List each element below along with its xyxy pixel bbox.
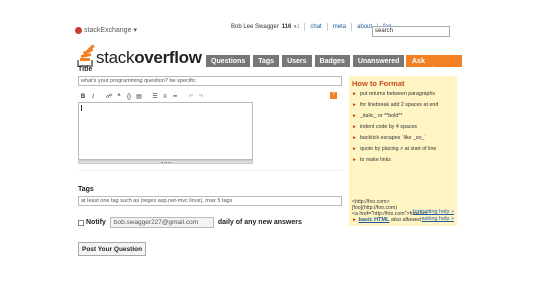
bold-button[interactable]: B xyxy=(78,94,88,100)
stackoverflow-logo[interactable]: stackoverflow xyxy=(76,43,202,67)
search-input[interactable]: search xyxy=(372,26,450,37)
stackexchange-label: stackExchange xyxy=(84,26,132,34)
arrow-right-icon: ► xyxy=(352,157,357,163)
title-label: Title xyxy=(78,66,93,73)
blockquote-button[interactable]: ❝ xyxy=(114,93,124,100)
arrow-right-icon: ► xyxy=(352,135,357,141)
stackexchange-icon xyxy=(75,26,82,34)
asking-help-link[interactable]: asking help » xyxy=(422,216,454,222)
basic-html-note: ► basic HTML also allowed xyxy=(352,217,421,223)
redo-button[interactable]: ↷ xyxy=(196,93,206,100)
chevron-down-icon: ▾ xyxy=(133,27,137,34)
link-button[interactable]: ☍ xyxy=(104,93,114,100)
user-name-link[interactable]: Bob Lee Swagger xyxy=(231,24,279,30)
arrow-right-icon: ► xyxy=(352,217,357,223)
list-item: ► to make links xyxy=(352,157,391,163)
code-button[interactable]: {} xyxy=(124,94,134,100)
user-badge-count: ●1 xyxy=(293,24,301,30)
about-link[interactable]: about xyxy=(357,24,372,30)
stackoverflow-logo-icon xyxy=(76,43,95,67)
top-bar: stackExchange ▾ Bob Lee Swagger 116 ●1 c… xyxy=(0,0,540,40)
undo-button[interactable]: ↶ xyxy=(186,93,196,100)
stackexchange-menu[interactable]: stackExchange ▾ xyxy=(75,26,137,34)
basic-html-suffix: also allowed xyxy=(390,217,422,223)
format-tips-list: ► put returns between paragraphs ► for lin… xyxy=(352,91,454,168)
arrow-right-icon: ► xyxy=(352,102,357,108)
italic-button[interactable]: I xyxy=(88,94,98,100)
meta-link[interactable]: meta xyxy=(333,24,346,30)
heading-button[interactable]: ━ xyxy=(170,93,180,100)
nav-divider xyxy=(304,23,306,31)
how-to-format-panel: How to Format ► put returns between parag… xyxy=(349,76,457,226)
editor-resize-handle[interactable] xyxy=(78,160,253,164)
nav-tab-tags[interactable]: Tags xyxy=(253,55,280,67)
editor-toolbar: B I ☍ ❝ {} ▤ ☰ ≡ ━ ↶ ↷ xyxy=(78,92,342,101)
nav-divider xyxy=(326,23,328,31)
ask-question-button[interactable]: Ask Question xyxy=(406,55,462,74)
image-button[interactable]: ▤ xyxy=(134,93,144,100)
notify-label: Notify xyxy=(86,219,106,226)
how-to-format-title: How to Format xyxy=(352,79,405,88)
nav-tab-questions[interactable]: Questions xyxy=(206,55,251,67)
notify-frequency-text: daily of any new answers xyxy=(217,219,302,226)
editor-help-icon[interactable]: ? xyxy=(330,92,337,99)
user-reputation: 116 xyxy=(281,24,292,30)
arrow-right-icon: ► xyxy=(352,113,357,119)
notify-email-field[interactable]: bob.swagger227@gmail.com xyxy=(109,217,214,228)
notify-checkbox[interactable] xyxy=(78,219,84,226)
list-item: ► _italic_ or **bold** xyxy=(352,113,403,119)
question-body-textarea[interactable] xyxy=(78,102,253,160)
nav-divider xyxy=(351,23,353,31)
preview-area xyxy=(78,170,342,176)
site-header: stackoverflow Questions Tags Users Badge… xyxy=(72,40,462,74)
list-item: ► put returns between paragraphs xyxy=(352,91,436,97)
arrow-right-icon: ► xyxy=(352,146,357,152)
nav-tab-users[interactable]: Users xyxy=(282,55,312,67)
list-item: ► indent code by 4 spaces xyxy=(352,124,418,130)
notify-row: Notify bob.swagger227@gmail.com daily of… xyxy=(78,217,302,228)
logo-text: stackoverflow xyxy=(96,48,202,67)
arrow-right-icon: ► xyxy=(352,91,357,97)
main-nav: Questions Tags Users Badges Unanswered xyxy=(206,55,405,67)
chat-link[interactable]: chat xyxy=(310,24,321,30)
nav-tab-badges[interactable]: Badges xyxy=(314,55,350,67)
title-input[interactable]: what's your programming question? be spe… xyxy=(78,76,342,86)
basic-html-link[interactable]: basic HTML xyxy=(358,217,389,223)
text-cursor xyxy=(81,105,82,111)
formatting-help-link[interactable]: formatting help » xyxy=(413,209,454,215)
list-item: ► for linebreak add 2 spaces at end xyxy=(352,102,439,108)
tags-label: Tags xyxy=(78,186,94,193)
nav-tab-unanswered[interactable]: Unanswered xyxy=(352,55,405,67)
list-item: ► quote by placing > at start of line xyxy=(352,146,437,152)
post-question-button[interactable]: Post Your Question xyxy=(78,242,147,256)
numbered-list-button[interactable]: ☰ xyxy=(150,93,160,100)
list-item: ► backtick escapes `like _so_` xyxy=(352,135,427,141)
bulleted-list-button[interactable]: ≡ xyxy=(160,94,170,100)
arrow-right-icon: ► xyxy=(352,124,357,130)
tags-input[interactable]: at least one tag such as (regex asp.net-… xyxy=(78,196,342,206)
